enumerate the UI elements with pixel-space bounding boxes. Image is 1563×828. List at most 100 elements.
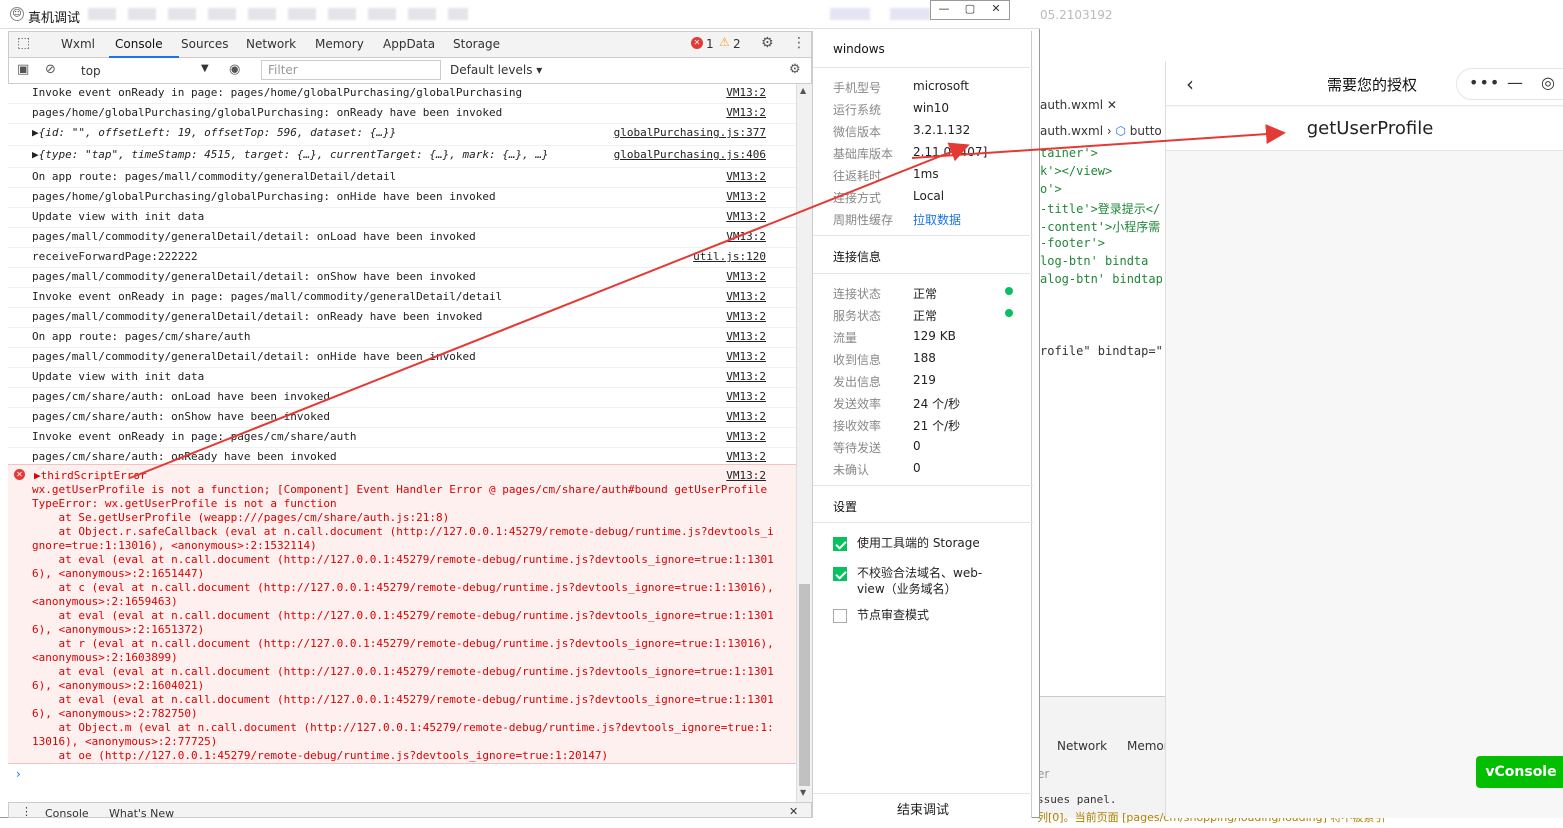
device-label: 周期性缓存 — [833, 213, 894, 227]
more-vertical-icon[interactable]: ⋮ — [792, 35, 806, 51]
gear-icon[interactable]: ⚙ — [761, 35, 774, 51]
chevron-down-icon[interactable]: ▼ — [201, 63, 209, 74]
console-source-link[interactable]: VM13:2 — [726, 330, 766, 343]
close-window-button[interactable]: ✕ — [983, 2, 1009, 15]
console-message: pages/cm/share/auth: onLoad have been in… — [32, 390, 331, 403]
drawer-close-icon[interactable]: ✕ — [789, 805, 798, 818]
device-value[interactable]: 拉取数据 — [913, 211, 961, 228]
console-source-link[interactable]: globalPurchasing.js:406 — [614, 148, 766, 161]
console-row: ▶{id: "", offsetLeft: 19, offsetTop: 596… — [8, 124, 796, 146]
divider — [813, 67, 1033, 68]
console-source-link[interactable]: util.js:120 — [693, 250, 766, 263]
eye-icon[interactable]: ◉ — [229, 62, 240, 77]
bg-console-line: ssues panel. — [1037, 793, 1117, 806]
drawer-tab-console[interactable]: Console — [45, 807, 89, 820]
divider — [813, 273, 1033, 274]
console-scrollbar[interactable]: ▲ ▼ — [796, 84, 812, 802]
console-toolbar: ▣ ⊘ top ▼ ◉ Filter Default levels ▾ ⚙ — [8, 58, 812, 84]
tab-memory[interactable]: Memory — [315, 37, 364, 51]
minimize-icon[interactable]: — — [1507, 73, 1523, 92]
get-user-profile-button[interactable]: getUserProfile — [1166, 107, 1563, 151]
scroll-thumb[interactable] — [799, 584, 810, 786]
console-prompt[interactable]: › — [16, 767, 21, 781]
end-debug-button[interactable]: 结束调试 — [813, 793, 1033, 818]
console-source-link[interactable]: VM13:2 — [726, 410, 766, 423]
console-row: pages/home/globalPurchasing/globalPurcha… — [8, 104, 796, 124]
tab-memory-bg[interactable]: Memor — [1127, 739, 1169, 753]
home-circle-icon[interactable]: ◎ — [1541, 73, 1555, 92]
inspect-element-icon[interactable]: ⬚ — [17, 35, 30, 51]
tab-network[interactable]: Network — [246, 37, 296, 51]
console-message[interactable]: ▶{type: "tap", timeStamp: 4515, target: … — [32, 148, 549, 161]
console-source-link[interactable]: VM13:2 — [726, 170, 766, 183]
warning-icon[interactable]: ⚠ — [719, 35, 730, 49]
error-title[interactable]: ▶thirdScriptError — [34, 469, 147, 482]
console-message: pages/mall/commodity/generalDetail/detai… — [32, 310, 483, 323]
console-row: ▶{type: "tap", timeStamp: 4515, target: … — [8, 146, 796, 168]
sidebar-toggle-icon[interactable]: ▣ — [17, 62, 29, 77]
code-editor-panel: auth.wxml ✕ auth.wxml › ⬡ butto tainer'>… — [1033, 90, 1165, 700]
error-stack-line: at Se.getUserProfile (weapp:///pages/cm/… — [32, 511, 450, 524]
console-row: Update view with init data VM13:2 — [8, 368, 796, 388]
error-stack-line: at Object.m (eval at n.call.document (ht… — [32, 721, 774, 734]
console-source-link[interactable]: VM13:2 — [726, 190, 766, 203]
console-source-link[interactable]: VM13:2 — [726, 210, 766, 223]
warning-count[interactable]: 2 — [733, 37, 741, 51]
code-line: -footer'> — [1040, 236, 1106, 250]
filter-input[interactable]: Filter — [261, 60, 441, 80]
console-settings-gear-icon[interactable]: ⚙ — [789, 62, 801, 77]
console-source-link[interactable]: VM13:2 — [726, 350, 766, 363]
window-title: 真机调试 — [28, 11, 81, 26]
tab-sources[interactable]: Sources — [181, 37, 228, 51]
close-icon[interactable]: ✕ — [1107, 98, 1117, 112]
console-source-link[interactable]: VM13:2 — [726, 290, 766, 303]
console-source-link[interactable]: VM13:2 — [726, 430, 766, 443]
tab-network-bg[interactable]: Network — [1057, 739, 1107, 753]
more-icon[interactable]: ••• — [1469, 73, 1500, 92]
error-source-link[interactable]: VM13:2 — [726, 469, 766, 482]
device-value: Local — [913, 189, 945, 203]
error-count[interactable]: 1 — [706, 37, 714, 51]
console-source-link[interactable]: globalPurchasing.js:377 — [614, 126, 766, 139]
error-icon[interactable]: ✕ — [691, 37, 703, 49]
tab-wxml[interactable]: Wxml — [61, 37, 95, 51]
settings-checkbox[interactable] — [833, 537, 847, 551]
settings-checkbox[interactable] — [833, 609, 847, 623]
bottom-drawer: ⋮ Console What's New ✕ — [8, 802, 812, 820]
editor-file-tab[interactable]: auth.wxml ✕ — [1040, 98, 1117, 112]
tab-appdata[interactable]: AppData — [383, 37, 435, 51]
console-message[interactable]: ▶{id: "", offsetLeft: 19, offsetTop: 596… — [32, 126, 396, 139]
clear-console-icon[interactable]: ⊘ — [45, 62, 56, 77]
error-stack-line: 13016), <anonymous>:2:77725) — [32, 735, 218, 748]
scroll-down-icon[interactable]: ▼ — [800, 788, 806, 797]
settings-checkbox[interactable] — [833, 567, 847, 581]
tab-storage[interactable]: Storage — [453, 37, 500, 51]
scroll-up-icon[interactable]: ▲ — [800, 86, 806, 95]
connection-value: 0 — [913, 439, 921, 453]
context-selector[interactable]: top — [81, 64, 101, 78]
drawer-menu-icon[interactable]: ⋮ — [21, 805, 32, 818]
console-row: pages/home/globalPurchasing/globalPurcha… — [8, 188, 796, 208]
console-source-link[interactable]: VM13:2 — [726, 86, 766, 99]
error-stack-line: at eval (eval at n.call.document (http:/… — [32, 665, 774, 678]
divider — [813, 485, 1033, 486]
vconsole-button[interactable]: vConsole — [1476, 756, 1563, 788]
console-source-link[interactable]: VM13:2 — [726, 106, 766, 119]
blurred-text — [88, 8, 468, 20]
log-levels-dropdown[interactable]: Default levels ▾ — [450, 63, 542, 77]
console-source-link[interactable]: VM13:2 — [726, 270, 766, 283]
maximize-window-button[interactable]: ▢ — [957, 2, 983, 15]
tab-console[interactable]: Console — [115, 37, 163, 51]
console-source-link[interactable]: VM13:2 — [726, 370, 766, 383]
console-source-link[interactable]: VM13:2 — [726, 450, 766, 463]
device-value: 3.2.1.132 — [913, 123, 971, 137]
error-stack-line: 6), <anonymous>:2:1604021) — [32, 679, 205, 692]
minimize-window-button[interactable]: — — [931, 2, 957, 15]
device-label: 微信版本 — [833, 125, 882, 139]
console-source-link[interactable]: VM13:2 — [726, 310, 766, 323]
console-source-link[interactable]: VM13:2 — [726, 230, 766, 243]
console-source-link[interactable]: VM13:2 — [726, 390, 766, 403]
connection-label: 连接状态 — [833, 287, 882, 301]
drawer-tab-whats-new[interactable]: What's New — [109, 807, 174, 820]
connection-value: 21 个/秒 — [913, 419, 961, 433]
